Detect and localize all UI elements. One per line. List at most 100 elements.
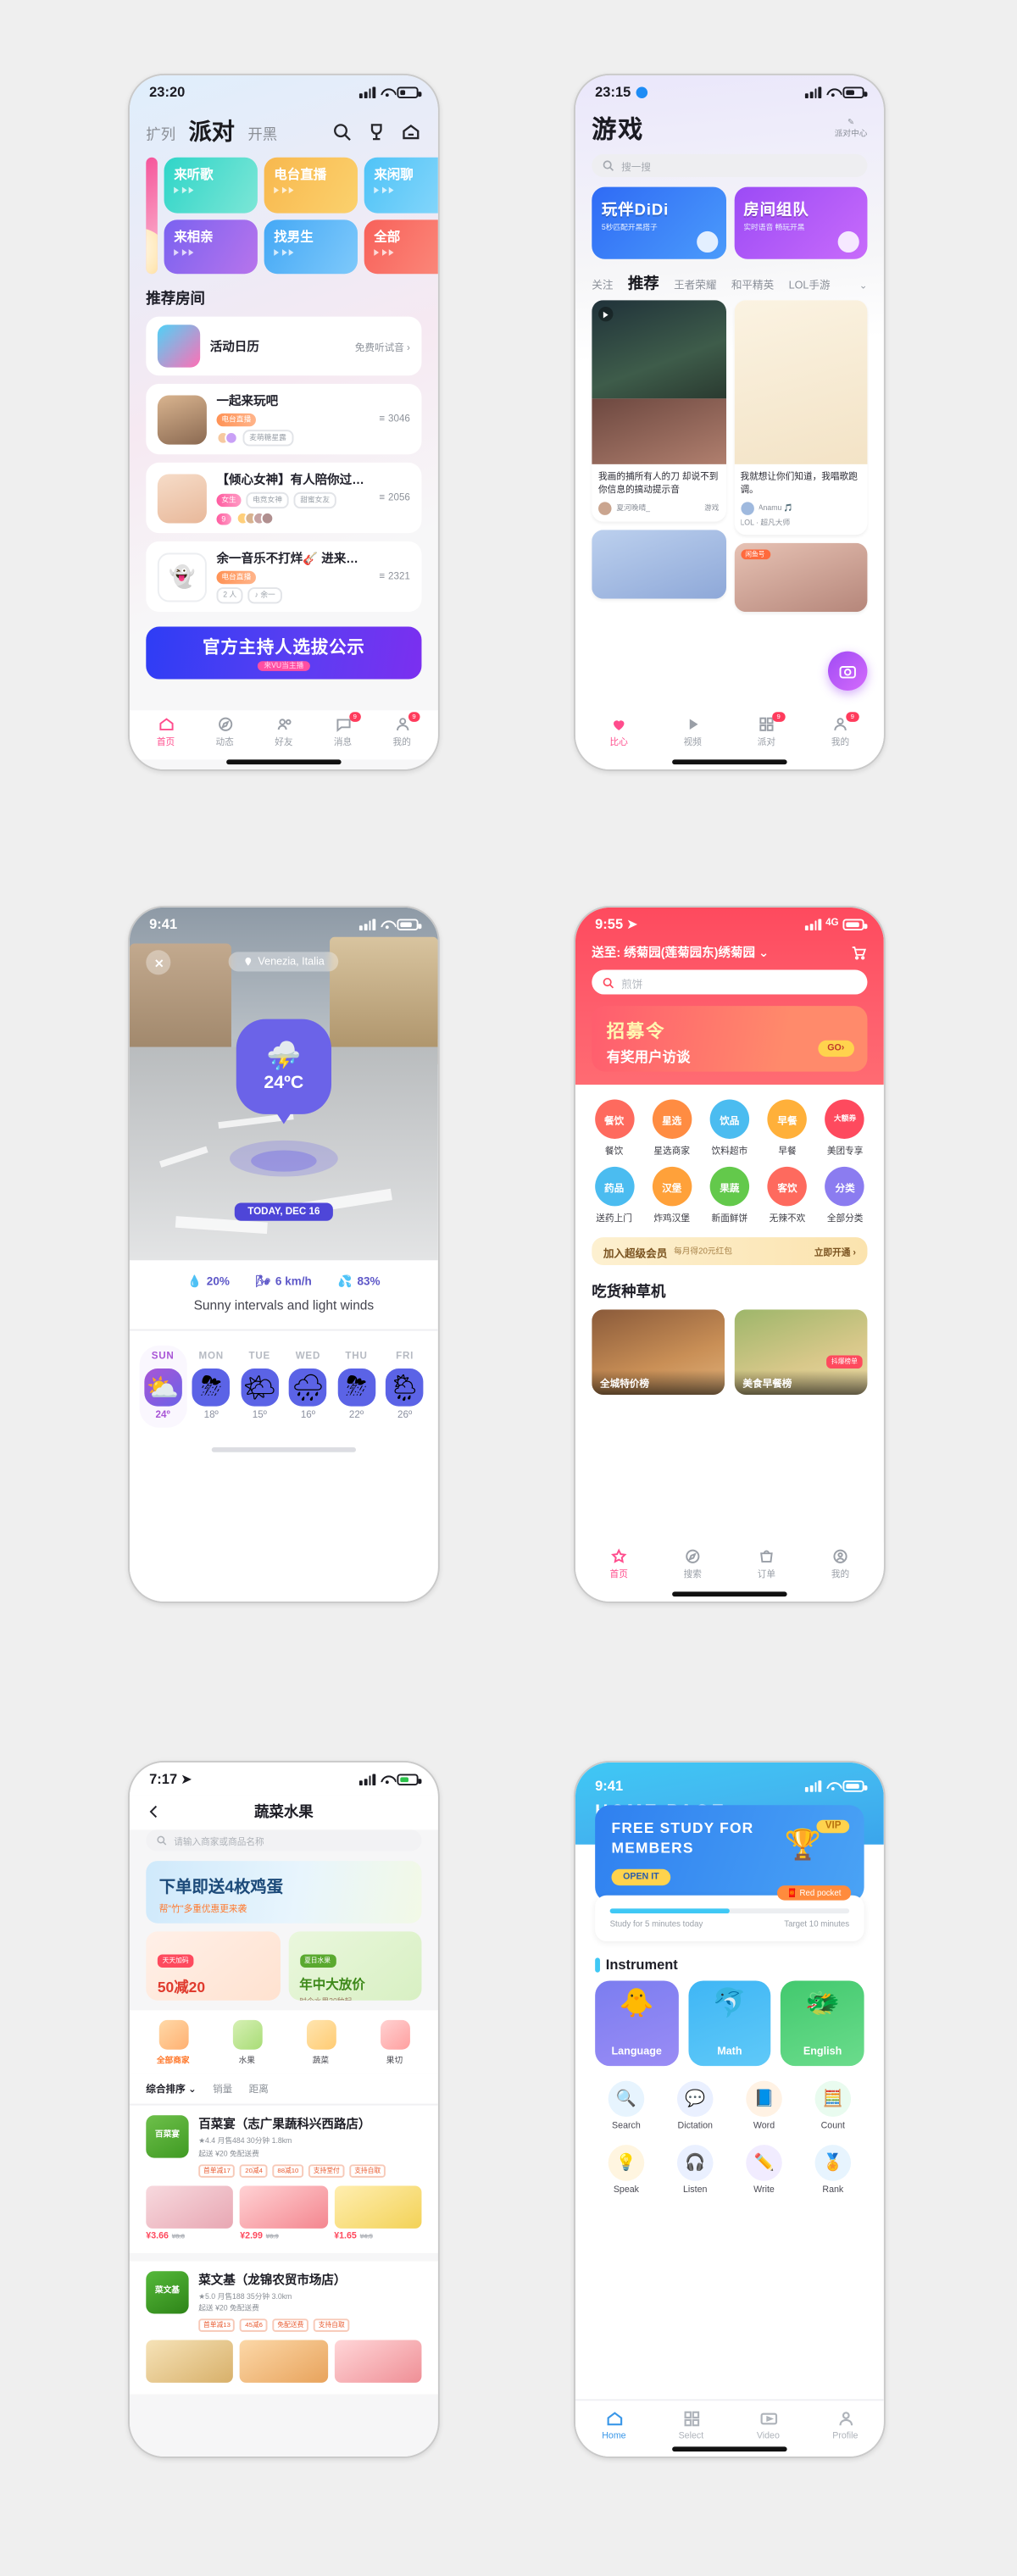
search-bar[interactable]: 煎饼 bbox=[592, 969, 868, 995]
tabbar-item-search[interactable]: 搜索 bbox=[656, 1547, 730, 1580]
feature-card-breakfast[interactable]: 抖爆榜单 美食早餐榜 bbox=[735, 1309, 868, 1395]
subject-tile-math[interactable]: 🐬 Math bbox=[688, 1980, 772, 2067]
forecast-day-mon[interactable]: MON ⛈ 18º bbox=[188, 1346, 235, 1428]
good-item[interactable] bbox=[240, 2340, 328, 2383]
room-row[interactable]: 一起来玩吧 电台直播 麦萌糖星露 ≡ 3046 bbox=[146, 384, 422, 455]
tab-kuolie[interactable]: 扩列 bbox=[146, 123, 175, 144]
tool-speak[interactable]: 💡 Speak bbox=[592, 2145, 661, 2196]
tabbar-item-select[interactable]: Select bbox=[653, 2408, 730, 2441]
scroll-indicator[interactable] bbox=[211, 1446, 356, 1452]
entry-card-radio-live[interactable]: 电台直播 bbox=[264, 157, 358, 213]
promo-cta-button[interactable]: GO› bbox=[818, 1040, 855, 1057]
shop-card[interactable]: 菜文基 菜文基（龙锦农贸市场店） ★5.0 月售188 35分钟 3.0km 起… bbox=[129, 2260, 438, 2395]
feed-card[interactable]: 闲鱼号 bbox=[734, 541, 868, 612]
forecast-day-sun[interactable]: SUN ⛅ 24º bbox=[139, 1345, 186, 1428]
tabbar-item-bixin[interactable]: 比心 bbox=[582, 715, 656, 748]
category-item[interactable]: 早餐 早餐 bbox=[759, 1099, 816, 1157]
tabbar-item-profile[interactable]: 9 我的 bbox=[372, 712, 431, 748]
room-row[interactable]: 【倾心女神】有人陪你过七夕吗 女生 电竞女神 甜蜜女友 9 ≡ 2056 bbox=[146, 463, 422, 534]
category-all[interactable]: 全部商家 bbox=[136, 2019, 210, 2066]
egg-promo-banner[interactable]: 下单即送4枚鸡蛋 帮"竹"多重优惠更来袭 bbox=[146, 1860, 422, 1924]
location-chip[interactable]: Venezia, Italia bbox=[228, 952, 340, 972]
entry-card-find-boys[interactable]: 找男生 bbox=[264, 219, 358, 275]
home-icon[interactable] bbox=[400, 120, 421, 142]
category-cut-fruit[interactable]: 果切 bbox=[358, 2019, 431, 2066]
search-icon[interactable] bbox=[331, 120, 353, 142]
tab-lol[interactable]: LOL手游 bbox=[789, 275, 831, 292]
good-item[interactable] bbox=[146, 2340, 234, 2383]
forecast-day-thu[interactable]: THU ⛈ 22º bbox=[333, 1346, 380, 1428]
calendar-right-link[interactable]: 免费听试音 › bbox=[355, 339, 410, 354]
tabbar-item-party[interactable]: 9 派对 bbox=[730, 712, 803, 748]
category-item[interactable]: 大额券 美团专享 bbox=[816, 1099, 874, 1157]
entry-card-listen-music[interactable]: 来听歌 bbox=[164, 157, 258, 213]
feed-card[interactable] bbox=[592, 529, 726, 598]
entry-card-find-girls[interactable]: 交友 找女生 bbox=[146, 157, 158, 275]
tabbar-item-friends[interactable]: 好友 bbox=[254, 715, 314, 748]
category-item[interactable]: 分类 全部分类 bbox=[816, 1166, 874, 1224]
feature-card-city-deals[interactable]: 全城特价榜 bbox=[592, 1309, 725, 1395]
category-item[interactable]: 药品 送药上门 bbox=[586, 1166, 643, 1224]
tool-write[interactable]: ✏️ Write bbox=[730, 2145, 798, 2196]
tool-listen[interactable]: 🎧 Listen bbox=[661, 2145, 730, 2196]
category-item[interactable]: 客饮 无辣不欢 bbox=[759, 1166, 816, 1224]
category-item[interactable]: 汉堡 炸鸡汉堡 bbox=[643, 1166, 701, 1224]
activity-calendar-row[interactable]: 活动日历 免费听试音 › bbox=[146, 316, 422, 376]
tabbar-item-home[interactable]: 首页 bbox=[136, 715, 196, 748]
feed-card[interactable]: 我就想让你们知道，我唱歌跑调。 Anamu 🎵 LOL · 超凡大师 bbox=[734, 300, 868, 535]
filter-distance[interactable]: 距离 bbox=[249, 2080, 269, 2096]
trophy-icon[interactable] bbox=[366, 120, 387, 142]
tabbar-item-profile[interactable]: 9 我的 bbox=[803, 712, 877, 748]
good-item[interactable]: ¥3.66 ¥8.8 bbox=[146, 2185, 234, 2240]
shop-card[interactable]: 百菜宴 百菜宴（志广果蔬科兴西路店） ★4.4 月售484 30分钟 1.8km… bbox=[129, 2105, 438, 2252]
banner-room-team[interactable]: 房间组队 实时语音 畅玩开黑 bbox=[734, 186, 868, 259]
banner-didi[interactable]: 玩伴DiDi 5秒匹配开黑搭子 bbox=[592, 186, 726, 259]
close-button[interactable] bbox=[146, 950, 171, 975]
tool-word[interactable]: 📘 Word bbox=[730, 2080, 798, 2132]
promo-card-discount[interactable]: 天天加码 50减20 下单领券立减 bbox=[146, 1931, 280, 2001]
good-item[interactable]: ¥1.65 ¥4.5 bbox=[334, 2185, 422, 2240]
tab-pubg[interactable]: 和平精英 bbox=[731, 275, 774, 292]
tabbar-item-home[interactable]: Home bbox=[575, 2408, 653, 2441]
filter-sales[interactable]: 销量 bbox=[213, 2080, 232, 2096]
entry-card-all[interactable]: 全部 bbox=[364, 219, 438, 275]
search-bar[interactable]: 搜一搜 bbox=[592, 154, 868, 178]
temperature-pin[interactable]: ⛈️ 24ºC bbox=[236, 1019, 331, 1114]
good-item[interactable]: ¥2.99 ¥6.9 bbox=[240, 2185, 328, 2240]
tabbar-item-orders[interactable]: 订单 bbox=[730, 1547, 803, 1580]
entry-card-chat[interactable]: 来闲聊 bbox=[364, 157, 438, 213]
tabbar-item-profile[interactable]: 我的 bbox=[803, 1547, 877, 1580]
tool-dictation[interactable]: 💬 Dictation bbox=[661, 2080, 730, 2132]
category-item[interactable]: 果蔬 新面鲜饼 bbox=[701, 1166, 759, 1224]
category-item[interactable]: 餐饮 餐饮 bbox=[586, 1099, 643, 1157]
chevron-down-icon[interactable]: ⌄ bbox=[859, 280, 868, 292]
filter-comprehensive[interactable]: 综合排序 ⌄ bbox=[146, 2080, 196, 2096]
open-it-button[interactable]: OPEN IT bbox=[611, 1869, 671, 1886]
category-vegetable[interactable]: 蔬菜 bbox=[284, 2019, 358, 2066]
promo-banner[interactable]: 官方主持人选拔公示 来VU当主播 bbox=[146, 626, 422, 680]
tab-follow[interactable]: 关注 bbox=[592, 275, 614, 292]
tabbar-item-home[interactable]: 首页 bbox=[582, 1547, 656, 1580]
forecast-day-fri[interactable]: FRI 🌦 26º bbox=[381, 1346, 428, 1428]
party-center-entry[interactable]: ✎ 派对中心 bbox=[835, 118, 868, 139]
tab-paidui[interactable]: 派对 bbox=[189, 115, 235, 148]
vip-banner[interactable]: 加入超级会员 每月得20元红包 立即开通 › bbox=[592, 1236, 868, 1265]
back-arrow-icon[interactable] bbox=[146, 1802, 162, 1818]
forecast-day-tue[interactable]: TUE 🌤 15º bbox=[236, 1346, 283, 1428]
cart-icon[interactable] bbox=[850, 943, 868, 961]
category-item[interactable]: 饮品 饮料超市 bbox=[701, 1099, 759, 1157]
tabbar-item-video[interactable]: 视频 bbox=[656, 715, 730, 748]
tabbar-item-video[interactable]: Video bbox=[730, 2408, 807, 2441]
entry-card-blind-date[interactable]: 来相亲 bbox=[164, 219, 258, 275]
tabbar-item-moments[interactable]: 动态 bbox=[195, 715, 254, 748]
tab-recommend[interactable]: 推荐 bbox=[628, 270, 659, 293]
good-item[interactable] bbox=[334, 2340, 422, 2383]
tabbar-item-profile[interactable]: Profile bbox=[807, 2408, 884, 2441]
red-packet-badge[interactable]: 🧧 Red pocket bbox=[777, 1885, 852, 1901]
tool-search[interactable]: 🔍 Search bbox=[592, 2080, 661, 2132]
promo-banner[interactable]: 招募令 有奖用户访谈 GO› bbox=[592, 1005, 868, 1072]
subject-tile-english[interactable]: 🐲 English bbox=[781, 1980, 865, 2067]
search-bar[interactable]: 请输入商家或商品名称 bbox=[146, 1829, 422, 1852]
vip-cta[interactable]: 立即开通 › bbox=[814, 1245, 856, 1258]
tab-honor-of-kings[interactable]: 王者荣耀 bbox=[675, 275, 717, 292]
